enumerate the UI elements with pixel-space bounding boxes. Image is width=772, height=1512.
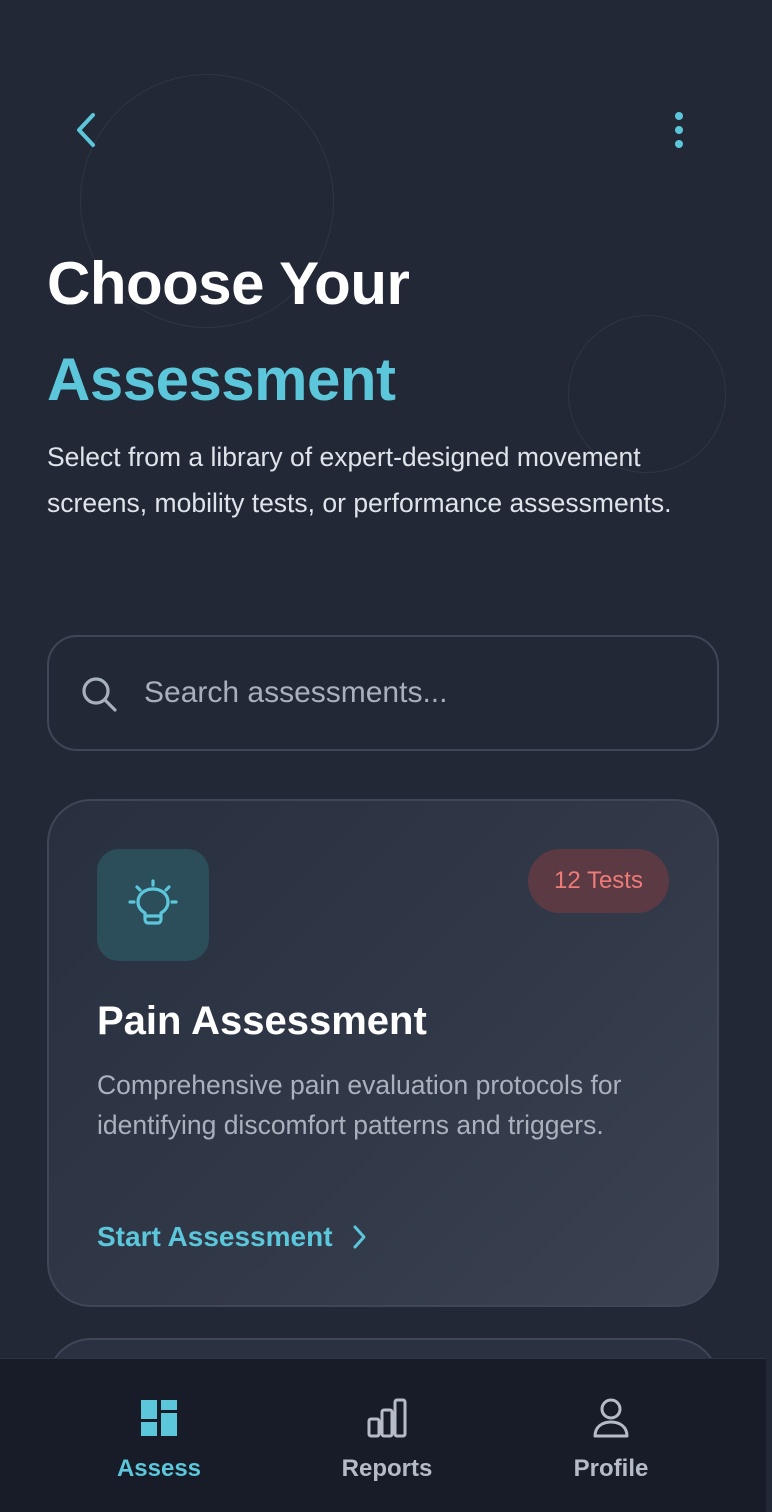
- page-title-line2: Assessment: [47, 346, 396, 413]
- nav-item-reports[interactable]: Reports: [307, 1359, 467, 1512]
- nav-label-profile: Profile: [573, 1455, 649, 1482]
- lightbulb-icon: [128, 879, 178, 925]
- assessment-library-screen: Choose Your Assessment Select from a lib…: [0, 0, 772, 1512]
- page-title: Choose Your Assessment: [47, 236, 410, 428]
- bottom-navigation: Assess Reports Profile: [0, 1358, 766, 1512]
- card-description: Comprehensive pain evaluation protocols …: [97, 1070, 622, 1140]
- more-options-button[interactable]: [651, 102, 707, 158]
- nav-label-assess: Assess: [116, 1455, 202, 1482]
- nav-item-assess[interactable]: Assess: [79, 1359, 239, 1512]
- nav-item-profile[interactable]: Profile: [531, 1359, 691, 1512]
- user-icon: [588, 1395, 634, 1441]
- search-icon: [82, 677, 117, 712]
- start-assessment-link[interactable]: Start Assessment: [97, 1217, 367, 1257]
- search-input[interactable]: [144, 660, 684, 726]
- card-title: Pain Assessment: [97, 999, 427, 1043]
- more-vertical-icon: [675, 112, 683, 148]
- back-button[interactable]: [58, 102, 114, 158]
- chevron-right-icon: [353, 1225, 366, 1249]
- nav-label-reports: Reports: [341, 1455, 433, 1482]
- bar-chart-icon: [364, 1395, 410, 1441]
- tests-count-badge: 12 Tests: [528, 849, 669, 913]
- chevron-left-icon: [77, 113, 95, 147]
- page-subtitle: Select from a library of expert-designed…: [47, 442, 672, 518]
- page-title-line1: Choose Your: [47, 250, 410, 317]
- card-icon-container: [97, 849, 209, 961]
- start-assessment-label: Start Assessment: [97, 1221, 333, 1252]
- dashboard-icon: [136, 1395, 182, 1441]
